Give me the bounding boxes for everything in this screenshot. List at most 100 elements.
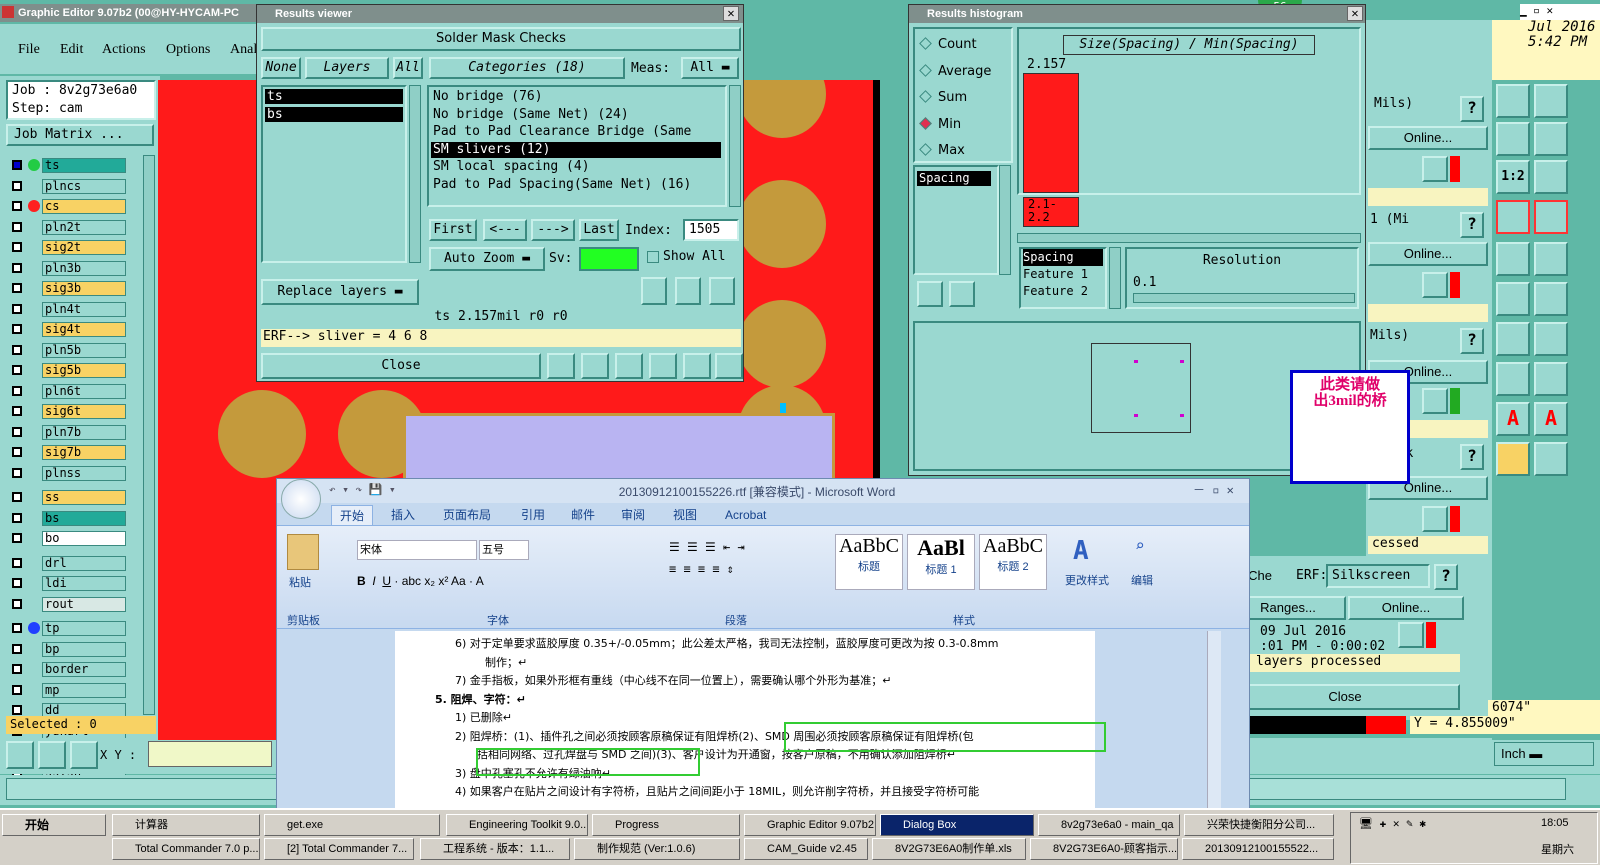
stat-option-average[interactable]: Average: [919, 63, 991, 79]
layer-checkbox[interactable]: [12, 324, 22, 334]
transform-icon[interactable]: [1534, 442, 1568, 476]
layer-checkbox[interactable]: [12, 242, 22, 252]
text-a-icon[interactable]: A: [1496, 402, 1530, 436]
close-button[interactable]: Close: [1230, 684, 1460, 710]
zoom-icon[interactable]: [1422, 388, 1448, 414]
online-button[interactable]: Online...: [1368, 242, 1488, 266]
taskbar-item[interactable]: 兴荣快捷衡阳分公司...: [1184, 814, 1334, 836]
scale-icon[interactable]: 1:2: [1496, 160, 1530, 194]
undo-icon[interactable]: [709, 277, 735, 305]
layer-row-tp[interactable]: tp: [10, 621, 126, 636]
histogram-list-spacing[interactable]: Spacing: [917, 171, 991, 186]
zoom-icon[interactable]: [6, 741, 34, 769]
layer-name[interactable]: bs: [42, 510, 126, 526]
category-item[interactable]: Pad to Pad Clearance Bridge (Same: [431, 124, 721, 140]
result-layer-ts[interactable]: ts: [265, 89, 403, 104]
menu-actions[interactable]: Actions: [102, 42, 146, 58]
ref-icon[interactable]: [949, 281, 975, 307]
layer-row-plnss[interactable]: plnss: [10, 465, 126, 481]
layer-row-pln3b[interactable]: pln3b: [10, 260, 126, 276]
layer-row-ss[interactable]: ss: [10, 490, 126, 505]
layer-checkbox[interactable]: [12, 303, 22, 314]
snap-icon[interactable]: [1534, 122, 1568, 156]
edit-button[interactable]: 编辑: [1131, 572, 1153, 588]
layer-name[interactable]: plncs: [42, 178, 126, 194]
category-item[interactable]: Pad to Pad Spacing(Same Net) (16): [431, 177, 721, 193]
layer-row-sig5b[interactable]: sig5b: [10, 363, 126, 378]
result-layer-bs[interactable]: bs: [265, 107, 403, 122]
feature-list-scroll[interactable]: [1109, 247, 1121, 309]
find-icon[interactable]: ⌕: [1135, 536, 1145, 555]
zoom-icon[interactable]: [1422, 272, 1448, 298]
layer-name[interactable]: sig3b: [42, 281, 126, 296]
layer-row-bp[interactable]: bp: [10, 641, 126, 657]
pointer-icon[interactable]: [1496, 442, 1530, 476]
layer-checkbox[interactable]: [12, 221, 22, 232]
layer-checkbox[interactable]: [12, 201, 22, 211]
layer-name[interactable]: sig6t: [42, 404, 126, 419]
erf-value[interactable]: Silkscreen: [1326, 564, 1430, 588]
word-window-controls[interactable]: － ▫ ✕: [1193, 481, 1234, 498]
layer-name[interactable]: cs: [42, 199, 126, 214]
job-matrix-button[interactable]: Job Matrix ...: [6, 124, 154, 146]
help-icon[interactable]: ?: [1434, 564, 1458, 590]
stat-option-count[interactable]: Count: [919, 37, 977, 52]
layer-row-sig4t[interactable]: sig4t: [10, 322, 126, 337]
taskbar-item[interactable]: Progress: [592, 814, 740, 836]
layer-checkbox[interactable]: [12, 344, 22, 355]
layer-name[interactable]: pln4t: [42, 301, 126, 317]
window-controls[interactable]: ▁ ▫ ✕: [1520, 4, 1600, 20]
layer-name[interactable]: sig5b: [42, 363, 126, 378]
layer-checkbox[interactable]: [12, 705, 22, 715]
layer-row-pln2t[interactable]: pln2t: [10, 219, 126, 235]
layer-checkbox[interactable]: [12, 623, 22, 633]
radio-icon[interactable]: [919, 63, 932, 77]
replace-layers-dropdown[interactable]: Replace layers ▬: [261, 279, 419, 305]
ribbon-tab[interactable]: Acrobat: [717, 505, 774, 525]
layer-checkbox[interactable]: [12, 557, 22, 568]
histogram-list[interactable]: Spacing: [913, 165, 999, 275]
record-icon[interactable]: [1534, 242, 1568, 276]
layer-scrollbar[interactable]: [143, 155, 155, 715]
feature-list-spacing[interactable]: Spacing: [1023, 249, 1103, 266]
layout-icon[interactable]: [1534, 160, 1568, 194]
feature-list-2[interactable]: Feature 2: [1023, 283, 1105, 300]
last-button[interactable]: Last: [579, 219, 619, 241]
units-dropdown[interactable]: Inch ▬: [1494, 742, 1594, 766]
taskbar-item[interactable]: 8V2G73E6A0-顾客指示...: [1030, 838, 1178, 860]
layer-row-bs[interactable]: bs: [10, 510, 126, 526]
zoom-icon[interactable]: [1398, 622, 1424, 648]
layer-checkbox[interactable]: [12, 160, 22, 170]
layer-checkbox[interactable]: [12, 447, 22, 457]
meas-dropdown[interactable]: All ▬: [681, 57, 739, 79]
style-heading-1[interactable]: AaBl 标题 1: [907, 534, 975, 590]
ruler-icon[interactable]: [1496, 242, 1530, 276]
taskbar-item[interactable]: 工程系统 - 版本：1.1...: [420, 838, 570, 860]
layer-checkbox[interactable]: [12, 262, 22, 273]
category-item[interactable]: No bridge (76): [431, 89, 721, 105]
layer-row-pln5b[interactable]: pln5b: [10, 342, 126, 358]
layer-result-list[interactable]: ts bs: [261, 85, 407, 263]
layer-checkbox[interactable]: [12, 283, 22, 293]
layer-row-pln6t[interactable]: pln6t: [10, 383, 126, 399]
chart-icon[interactable]: [715, 353, 743, 379]
layer-row-ldi[interactable]: ldi: [10, 576, 126, 591]
layer-row-sig6t[interactable]: sig6t: [10, 404, 126, 419]
ribbon-tab[interactable]: 插入: [383, 505, 423, 525]
layer-row-drl[interactable]: drl: [10, 555, 126, 571]
delete-icon[interactable]: [917, 281, 943, 307]
window-icon[interactable]: [1534, 84, 1568, 118]
auto-zoom-dropdown[interactable]: Auto Zoom ▬: [429, 247, 545, 271]
layer-row-mp[interactable]: mp: [10, 682, 126, 698]
stat-option-max[interactable]: Max: [919, 143, 965, 158]
paste-icon[interactable]: [287, 534, 319, 570]
next-button[interactable]: --->: [531, 219, 575, 241]
menu-options[interactable]: Options: [166, 42, 210, 58]
layer-checkbox[interactable]: [12, 467, 22, 478]
home-icon[interactable]: [1496, 84, 1530, 118]
taskbar-item[interactable]: [2] Total Commander 7...: [264, 838, 414, 860]
layer-checkbox[interactable]: [12, 578, 22, 588]
ribbon-tab[interactable]: 引用: [513, 505, 553, 525]
network-icon[interactable]: [1534, 200, 1568, 234]
layers-button[interactable]: Layers: [305, 57, 389, 79]
